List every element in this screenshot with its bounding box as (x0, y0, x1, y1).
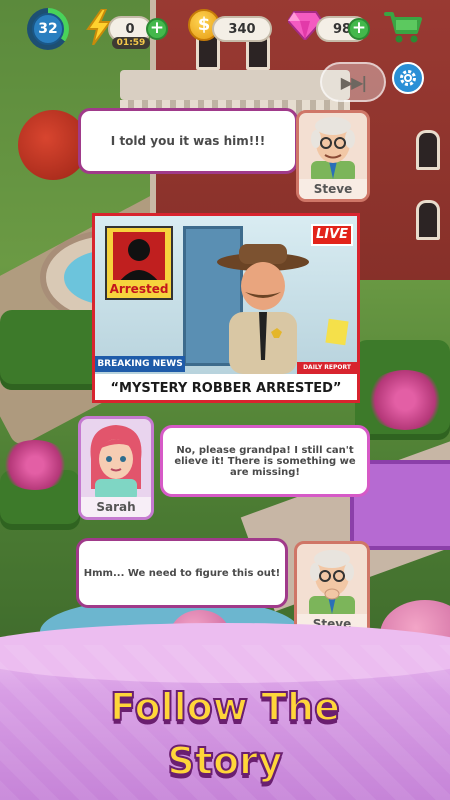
sarah-portrait: Sarah (78, 416, 154, 520)
avatar (311, 117, 355, 183)
avatar (309, 550, 355, 618)
live-badge: LIVE (311, 224, 353, 246)
add-energy-button[interactable]: + (146, 18, 168, 40)
news-report-card: Arrested LIVE BREAKING NEWS DAILY REPORT… (92, 213, 360, 403)
level-value: 32 (32, 13, 64, 45)
energy-value: 0 (125, 21, 135, 37)
promo-banner: Follow The Story (0, 623, 450, 800)
dialogue-bubble: Hmm... We need to figure this out! (76, 538, 288, 608)
banner-title-line1: Follow The (109, 684, 341, 730)
top-hud: 32 0 01:59 + $ 340 98 + (0, 0, 450, 56)
news-headline: “MYSTERY ROBBER ARRESTED” (95, 374, 357, 400)
suspect-mugshot: Arrested (105, 226, 173, 300)
avatar (90, 425, 142, 501)
dialogue-bubble: I told you it was him!!! (78, 108, 298, 174)
arrested-label: Arrested (107, 280, 171, 298)
level-badge[interactable]: 32 (27, 8, 69, 50)
steve-portrait: Steve (294, 541, 370, 637)
coin-value: 340 (228, 21, 256, 37)
flower-bed (365, 370, 445, 430)
sheriff-illustration (217, 244, 309, 374)
coin-counter: 340 (212, 16, 272, 42)
steve-portrait: Steve (296, 110, 370, 202)
dialogue-text: I told you it was him!!! (110, 134, 266, 148)
shop-cart-icon[interactable] (384, 10, 422, 44)
energy-timer: 01:59 (112, 37, 150, 49)
silhouette-icon (113, 232, 165, 282)
breaking-news-label: BREAKING NEWS (95, 356, 185, 372)
fast-forward-icon: ▶▶| (340, 72, 367, 92)
dialogue-bubble: No, please grandpa! I still can't elieve… (160, 425, 370, 497)
dialogue-text: Hmm... We need to figure this out! (83, 567, 281, 579)
speaker-name: Sarah (81, 497, 151, 517)
settings-button[interactable] (392, 62, 424, 94)
sticky-note (325, 318, 349, 346)
banner-title-line2: Story (166, 738, 283, 784)
add-gems-button[interactable]: + (348, 18, 370, 40)
gear-icon (400, 70, 416, 86)
skip-button[interactable]: ▶▶| (320, 62, 386, 102)
daily-report-label: DAILY REPORT (297, 362, 357, 374)
terrace-ledge (120, 70, 350, 100)
speaker-name: Steve (299, 179, 367, 199)
dialogue-text: No, please grandpa! I still can't elieve… (174, 444, 356, 478)
flower-bed (0, 440, 70, 490)
